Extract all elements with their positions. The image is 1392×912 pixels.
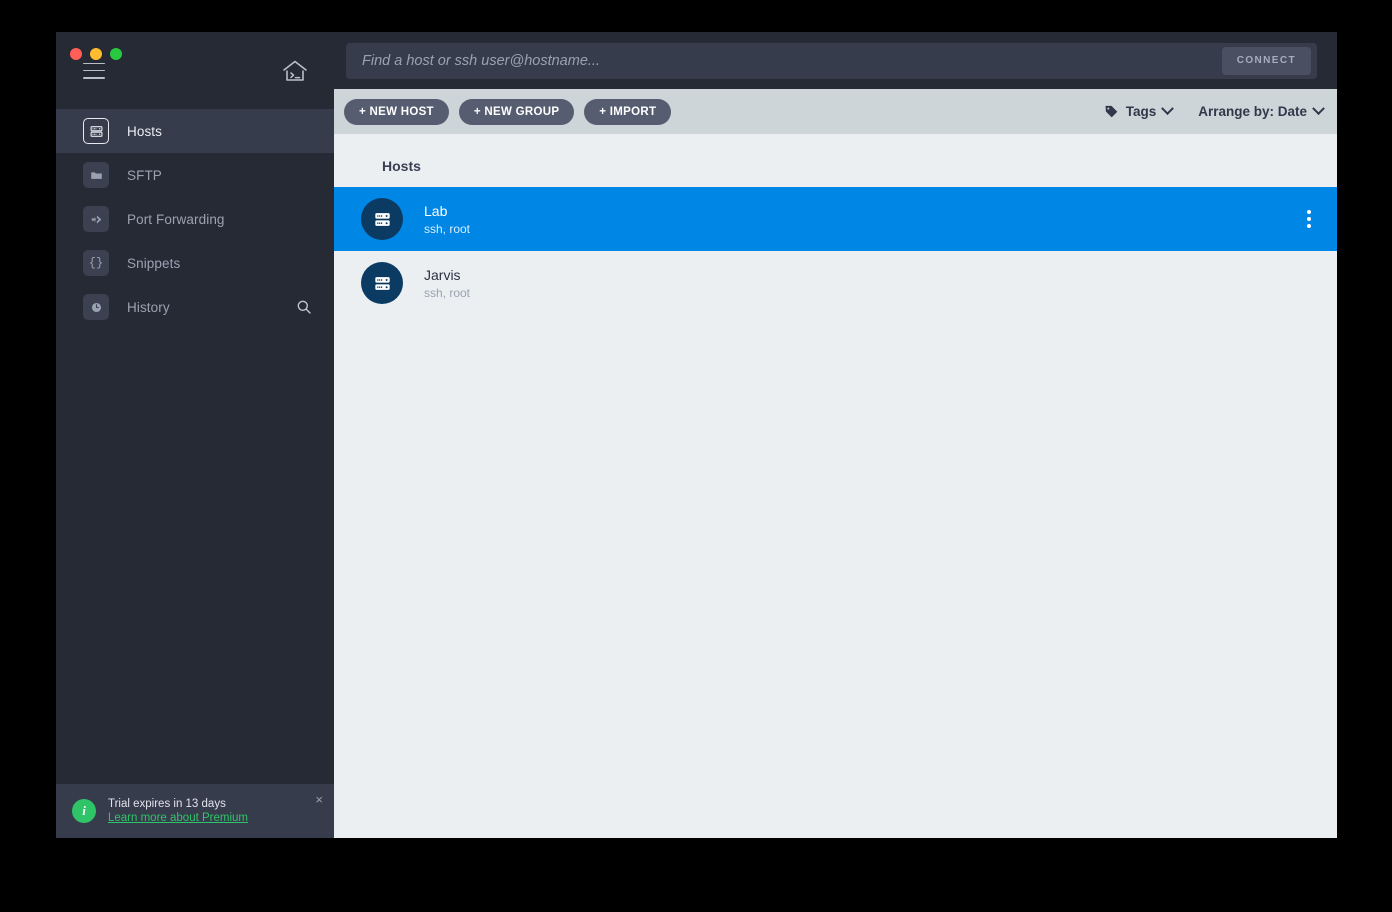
tags-dropdown[interactable]: Tags	[1104, 102, 1175, 119]
sidebar-item-label: Port Forwarding	[127, 211, 225, 227]
close-window-button[interactable]	[70, 48, 82, 60]
sidebar-item-label: History	[127, 299, 170, 315]
premium-link[interactable]: Learn more about Premium	[108, 812, 248, 824]
host-name: Jarvis	[424, 266, 461, 283]
close-icon[interactable]: ×	[315, 793, 323, 806]
new-host-button[interactable]: + NEW HOST	[344, 98, 449, 125]
chevron-down-icon	[1161, 102, 1175, 116]
sidebar-item-label: Hosts	[127, 123, 163, 139]
host-info: Jarvis ssh, root	[424, 267, 470, 300]
trial-banner: i Trial expires in 13 days Learn more ab…	[56, 784, 334, 838]
host-list-item-jarvis[interactable]: Jarvis ssh, root	[334, 251, 1337, 315]
maximize-window-button[interactable]	[110, 48, 122, 60]
sidebar: Hosts SFTP Port Forwarding {} Snippets H…	[56, 32, 334, 838]
host-name: Lab	[424, 202, 448, 219]
host-info: Lab ssh, root	[424, 203, 470, 236]
connect-button[interactable]: CONNECT	[1221, 46, 1311, 75]
new-group-button[interactable]: + NEW GROUP	[458, 98, 575, 125]
app-window: Hosts SFTP Port Forwarding {} Snippets H…	[56, 32, 1337, 838]
tag-icon	[1105, 105, 1118, 118]
search-header: CONNECT	[334, 32, 1337, 89]
sidebar-item-snippets[interactable]: {} Snippets	[56, 241, 334, 285]
chevron-down-icon	[1312, 102, 1325, 116]
sidebar-nav: Hosts SFTP Port Forwarding {} Snippets H…	[56, 109, 334, 329]
minimize-window-button[interactable]	[90, 48, 102, 60]
main-area: CONNECT + NEW HOST + NEW GROUP + IMPORT …	[334, 32, 1337, 838]
sidebar-header	[56, 32, 334, 109]
braces-icon: {}	[83, 250, 109, 276]
sidebar-item-label: SFTP	[127, 167, 162, 183]
search-input[interactable]	[362, 52, 1222, 69]
host-subtitle: ssh, root	[424, 221, 471, 236]
sidebar-item-label: Snippets	[127, 255, 181, 271]
hamburger-icon[interactable]	[83, 62, 105, 79]
clock-icon	[83, 294, 109, 320]
sidebar-item-history[interactable]: History	[56, 285, 334, 329]
import-button[interactable]: + IMPORT	[584, 98, 672, 125]
arrange-by-label: Arrange by: Date	[1198, 104, 1307, 119]
arrange-by-dropdown[interactable]: Arrange by: Date	[1198, 102, 1325, 119]
sidebar-item-sftp[interactable]: SFTP	[56, 153, 334, 197]
search-icon[interactable]	[296, 299, 312, 315]
home-terminal-icon[interactable]	[282, 59, 308, 83]
trial-title: Trial expires in 13 days	[108, 798, 226, 810]
tags-label: Tags	[1125, 104, 1157, 119]
port-forward-icon	[83, 206, 109, 232]
server-rack-icon	[374, 276, 390, 290]
avatar	[361, 262, 403, 304]
trial-text: Trial expires in 13 days Learn more abou…	[108, 798, 248, 824]
folder-icon	[83, 162, 109, 188]
server-rack-icon	[83, 118, 109, 144]
toolbar: + NEW HOST + NEW GROUP + IMPORT Tags Arr…	[334, 89, 1337, 134]
host-list-item-lab[interactable]: Lab ssh, root	[334, 187, 1337, 251]
section-title: Hosts	[382, 158, 421, 174]
server-rack-icon	[374, 212, 390, 226]
window-controls[interactable]	[70, 48, 122, 60]
info-icon: i	[72, 799, 96, 823]
avatar	[361, 198, 403, 240]
kebab-menu-icon[interactable]	[1299, 204, 1319, 234]
host-list-panel: Hosts Lab ssh, root Jarvis ssh, root	[334, 134, 1337, 838]
search-box[interactable]: CONNECT	[346, 42, 1317, 79]
sidebar-item-hosts[interactable]: Hosts	[56, 109, 334, 153]
host-subtitle: ssh, root	[424, 285, 471, 300]
sidebar-item-port-forwarding[interactable]: Port Forwarding	[56, 197, 334, 241]
